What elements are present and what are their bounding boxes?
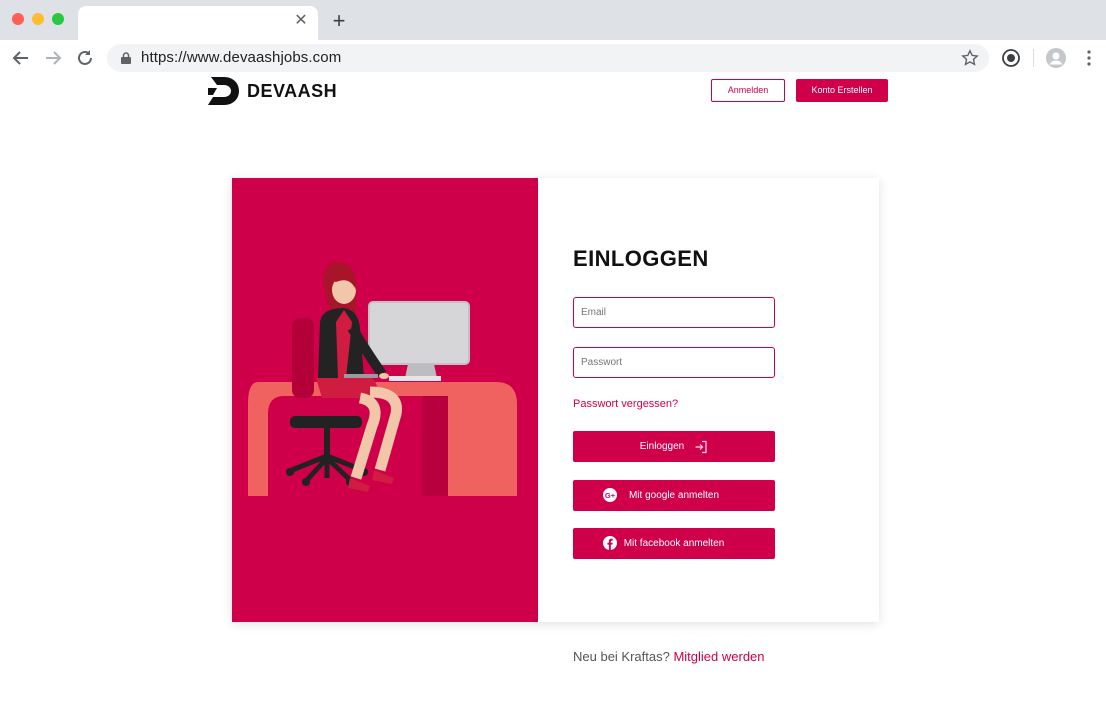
lock-icon [121, 52, 131, 64]
new-tab-icon[interactable]: + [329, 10, 349, 32]
logo-text: DEVAASH [247, 80, 338, 101]
window-maximize-dot[interactable] [52, 13, 64, 25]
browser-tabstrip: ✕ + [0, 0, 1106, 40]
facebook-login-button[interactable]: Mit facebook anmelten [573, 528, 775, 559]
login-form-panel: EINLOGGEN Passwort vergessen? Einloggen … [538, 178, 879, 622]
logo-mark-icon [208, 77, 239, 105]
login-card: EINLOGGEN Passwort vergessen? Einloggen … [232, 178, 879, 622]
google-login-button[interactable]: G+ Mit google anmelten [573, 480, 775, 511]
url-text: https://www.devaashjobs.com [141, 49, 342, 66]
google-plus-icon: G+ [603, 488, 617, 502]
browser-toolbar: https://www.devaashjobs.com [0, 40, 1106, 76]
forward-arrow-icon[interactable] [43, 48, 63, 68]
login-button-label: Einloggen [639, 441, 685, 452]
address-bar[interactable]: https://www.devaashjobs.com [107, 44, 989, 72]
signup-prompt-text: Neu bei Kraftas? [573, 649, 670, 664]
window-minimize-dot[interactable] [32, 13, 44, 25]
signup-link[interactable]: Mitglied werden [673, 649, 764, 664]
star-icon[interactable] [961, 49, 979, 67]
forgot-password-link[interactable]: Passwort vergessen? [573, 398, 678, 410]
toolbar-separator [1033, 49, 1034, 67]
google-login-label: Mit google anmelten [628, 490, 720, 501]
window-close-dot[interactable] [12, 13, 24, 25]
login-arrow-icon [695, 440, 707, 453]
login-button[interactable]: Einloggen [573, 431, 775, 462]
browser-tab[interactable] [78, 6, 318, 40]
menu-icon[interactable] [1082, 49, 1096, 67]
facebook-icon [603, 536, 617, 550]
signup-prompt: Neu bei Kraftas? Mitglied werden [573, 649, 765, 664]
tab-close-icon[interactable]: ✕ [293, 13, 309, 29]
site-logo[interactable]: DEVAASH [207, 76, 337, 106]
password-field[interactable] [573, 347, 775, 378]
office-woman-illustration [248, 262, 517, 496]
email-field[interactable] [573, 297, 775, 328]
illustration-panel [232, 178, 538, 622]
signin-button[interactable]: Anmelden [711, 79, 785, 102]
back-arrow-icon[interactable] [11, 48, 31, 68]
login-title: EINLOGGEN [573, 246, 709, 271]
svg-text:G+: G+ [605, 491, 616, 500]
create-account-button[interactable]: Konto Erstellen [796, 79, 888, 102]
reload-icon[interactable] [75, 48, 95, 68]
extension-icon[interactable] [1001, 48, 1021, 68]
profile-icon[interactable] [1046, 48, 1066, 68]
facebook-login-label: Mit facebook anmelten [623, 538, 725, 549]
